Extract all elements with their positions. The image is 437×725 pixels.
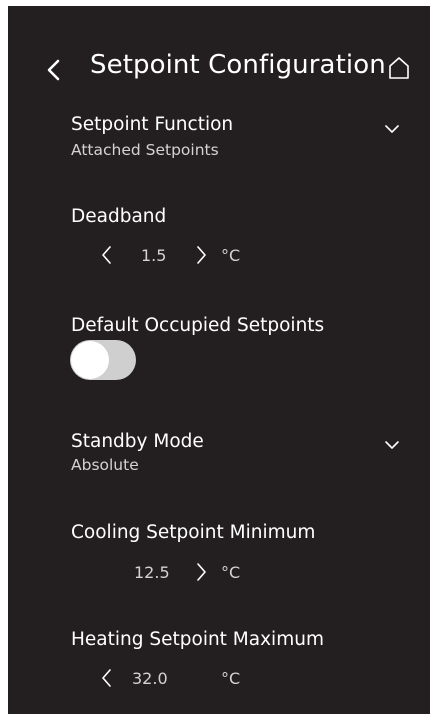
standby-mode-dropdown[interactable] (384, 436, 400, 449)
home-button[interactable] (386, 54, 412, 82)
cooling-min-value: 12.5 (134, 563, 170, 582)
setpoint-function-dropdown[interactable] (384, 120, 400, 133)
cooling-min-label: Cooling Setpoint Minimum (71, 522, 316, 543)
deadband-increment-button[interactable] (194, 244, 208, 266)
heating-max-unit: °C (221, 669, 241, 688)
setpoint-function-label: Setpoint Function (71, 114, 234, 135)
home-icon (389, 57, 409, 79)
default-occupied-toggle[interactable] (70, 340, 136, 380)
deadband-unit: °C (221, 246, 241, 265)
toggle-knob (71, 341, 109, 379)
page-title: Setpoint Configuration (90, 50, 386, 80)
heating-max-decrement-button[interactable] (100, 667, 114, 689)
cooling-min-increment-button[interactable] (194, 561, 208, 583)
cooling-min-unit: °C (221, 563, 241, 582)
heating-max-value: 32.0 (132, 669, 168, 688)
deadband-decrement-button[interactable] (100, 244, 114, 266)
back-button[interactable] (42, 56, 66, 84)
default-occupied-label: Default Occupied Setpoints (71, 315, 325, 336)
standby-mode-value: Absolute (71, 456, 139, 474)
chevron-left-icon (102, 669, 111, 687)
chevron-right-icon (197, 563, 206, 581)
deadband-value: 1.5 (141, 246, 167, 265)
chevron-right-icon (197, 246, 206, 264)
chevron-down-icon (385, 125, 399, 133)
standby-mode-label: Standby Mode (71, 431, 204, 452)
setpoint-function-value: Attached Setpoints (71, 141, 219, 159)
setpoint-configuration-screen: Setpoint Configuration Setpoint Function… (8, 6, 430, 714)
deadband-label: Deadband (71, 206, 167, 227)
heating-max-label: Heating Setpoint Maximum (71, 629, 324, 650)
chevron-left-icon (102, 246, 111, 264)
chevron-down-icon (385, 441, 399, 449)
chevron-left-icon (47, 59, 60, 81)
